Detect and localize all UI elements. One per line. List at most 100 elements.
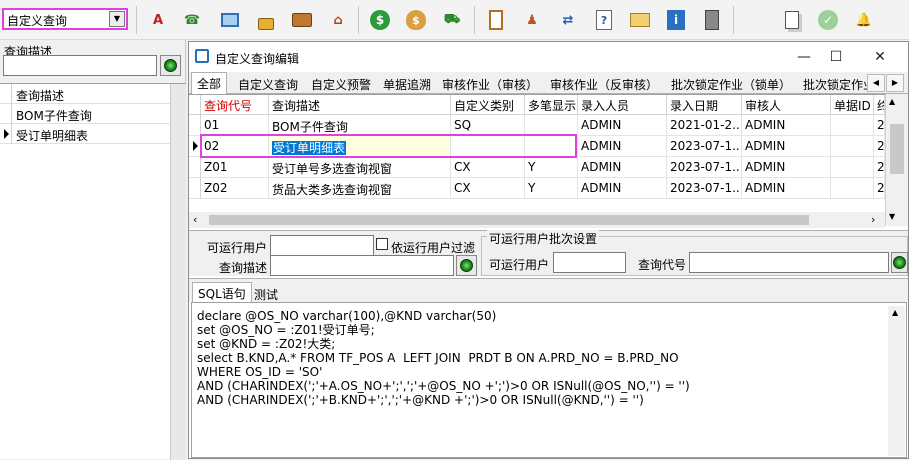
- users-icon[interactable]: ♟: [520, 8, 544, 32]
- maximize-button[interactable]: ☐: [821, 46, 851, 68]
- category-tabs: 全部 自定义查询 自定义预警 单据追溯 审核作业（审核） 审核作业（反审核） 批…: [189, 72, 908, 95]
- current-row-indicator: [4, 129, 9, 139]
- batch-user-input[interactable]: [553, 252, 626, 273]
- run-user-input[interactable]: [270, 235, 374, 256]
- tab-right-icon[interactable]: ▶: [886, 74, 904, 92]
- exchange-icon[interactable]: ⇄: [556, 8, 580, 32]
- help-icon[interactable]: ?: [592, 8, 616, 32]
- spell-check-icon[interactable]: A: [146, 8, 170, 32]
- tab-test[interactable]: 测试: [249, 284, 283, 304]
- toolbar-separator: [136, 6, 137, 34]
- sql-line: select B.KND,A.* FROM TF_POS A LEFT JOIN…: [197, 351, 679, 365]
- column-header[interactable]: 单据ID: [831, 95, 874, 115]
- minimize-button[interactable]: —: [789, 46, 819, 68]
- scroll-up-icon[interactable]: ▲: [889, 97, 895, 106]
- copy-icon[interactable]: [780, 8, 804, 32]
- table-row[interactable]: Z01 受订单号多选查询视窗 CX Y ADMIN 2023-07-1... A…: [189, 157, 885, 178]
- clipboard-icon[interactable]: [484, 8, 508, 32]
- tab-trace[interactable]: 单据追溯: [378, 74, 436, 94]
- query-desc-label: 查询描述: [219, 261, 268, 275]
- scroll-up-icon[interactable]: ▲: [892, 308, 898, 317]
- mail-icon[interactable]: [628, 8, 652, 32]
- column-header[interactable]: 多笔显示: [525, 95, 578, 115]
- monitor-icon[interactable]: [218, 8, 242, 32]
- filter-by-user-checkbox[interactable]: [376, 238, 388, 250]
- list-item[interactable]: BOM子件查询: [0, 104, 170, 124]
- tab-sql[interactable]: SQL语句: [192, 282, 252, 303]
- sql-line: AND (CHARINDEX(';'+B.KND+';',';'+@KND +'…: [197, 393, 644, 407]
- scroll-left-icon[interactable]: ‹: [193, 213, 197, 226]
- column-header[interactable]: 审核人: [742, 95, 831, 115]
- tab-batch-lock[interactable]: 批次锁定作业（锁单）: [666, 74, 796, 94]
- toolbar-separator: [358, 6, 359, 34]
- tab-batch-lock-2[interactable]: 批次锁定作业: [798, 74, 868, 94]
- column-header[interactable]: 查询描述: [269, 95, 451, 115]
- scroll-down-icon[interactable]: ▼: [889, 212, 895, 221]
- bell-icon[interactable]: 🔔: [852, 8, 876, 32]
- table-row[interactable]: Z02 货品大类多选查询视窗 CX Y ADMIN 2023-07-1... A…: [189, 178, 885, 199]
- money-bag-icon[interactable]: $: [404, 8, 428, 32]
- hscroll-thumb[interactable]: [209, 215, 809, 225]
- briefcase-icon[interactable]: [290, 8, 314, 32]
- filter-panel: 可运行用户 依运行用户过滤 查询描述 可运行用户批次设置 可运行用户 查询代号: [189, 230, 908, 276]
- sql-tabs: SQL语句 测试: [189, 278, 908, 304]
- tab-audit[interactable]: 审核作业（审核）: [437, 74, 543, 94]
- tab-custom-query[interactable]: 自定义查询: [233, 74, 303, 94]
- column-header[interactable]: 终: [874, 95, 885, 115]
- table-row[interactable]: 01 BOM子件查询 SQ ADMIN 2021-01-2... ADMIN 2: [189, 115, 885, 136]
- tab-custom-alert[interactable]: 自定义预警: [306, 74, 376, 94]
- query-code-input[interactable]: [689, 252, 889, 273]
- grid-vertical-scrollbar[interactable]: ▲ ▼: [885, 94, 908, 226]
- run-user-label: 可运行用户: [207, 241, 268, 255]
- left-panel: 查询描述 查询描述 BOM子件查询 受订单明细表: [0, 40, 186, 460]
- column-header[interactable]: 查询代号: [201, 95, 269, 115]
- scroll-right-icon[interactable]: ›: [871, 213, 875, 226]
- filter-by-user-label: 依运行用户过滤: [391, 241, 476, 255]
- lock-icon[interactable]: [254, 8, 278, 32]
- query-type-combo[interactable]: 自定义查询 ▼: [2, 8, 128, 30]
- column-header[interactable]: 录入日期: [667, 95, 742, 115]
- query-code-search-button[interactable]: [891, 252, 908, 273]
- left-search-input[interactable]: [3, 55, 157, 76]
- cart-icon[interactable]: ⛟: [440, 8, 464, 32]
- close-button[interactable]: ✕: [865, 46, 895, 68]
- calculator-icon[interactable]: [700, 8, 724, 32]
- sql-line: set @OS_NO = :Z01!受订单号;: [197, 323, 375, 337]
- tab-all[interactable]: 全部: [191, 72, 228, 95]
- left-scrollbar[interactable]: [170, 84, 186, 460]
- go-icon: [893, 256, 906, 269]
- left-list-header-label: 查询描述: [16, 89, 65, 103]
- left-search-button[interactable]: [160, 55, 181, 76]
- window-title: 自定义查询编辑: [215, 52, 300, 66]
- sql-editor[interactable]: declare @OS_NO varchar(100),@KND varchar…: [191, 302, 907, 458]
- query-desc-input[interactable]: [270, 255, 454, 276]
- column-header[interactable]: 录入人员: [578, 95, 667, 115]
- go-icon: [164, 59, 177, 72]
- sql-line: declare @OS_NO varchar(100),@KND varchar…: [197, 309, 497, 323]
- toolbar: 自定义查询 ▼ A ☎ ⌂ $ $ ⛟ ♟ ⇄ ? i ✓ 🔔: [0, 0, 909, 40]
- dollar-icon[interactable]: $: [368, 8, 392, 32]
- list-item[interactable]: 受订单明细表: [0, 124, 170, 144]
- current-row-indicator: [193, 141, 198, 151]
- phone-icon[interactable]: ☎: [180, 8, 204, 32]
- left-query-list: 查询描述 BOM子件查询 受订单明细表: [0, 83, 186, 460]
- tab-scroll: ◀ ▶: [867, 74, 905, 92]
- window-icon: [195, 49, 209, 63]
- combo-value: 自定义查询: [7, 14, 68, 28]
- go-icon: [460, 259, 473, 272]
- toolbar-separator: [474, 6, 475, 34]
- tab-left-icon[interactable]: ◀: [867, 74, 885, 92]
- column-header[interactable]: 自定义类别: [451, 95, 525, 115]
- check-icon[interactable]: ✓: [816, 8, 840, 32]
- grid-horizontal-scrollbar[interactable]: ‹ ›: [189, 212, 885, 228]
- selection-highlight: [200, 134, 577, 158]
- home-icon[interactable]: ⌂: [326, 8, 350, 32]
- query-desc-search-button[interactable]: [456, 255, 477, 276]
- title-bar: 自定义查询编辑 — ☐ ✕: [189, 42, 908, 72]
- info-icon[interactable]: i: [664, 8, 688, 32]
- sql-line: AND (CHARINDEX(';'+A.OS_NO+';',';'+@OS_N…: [197, 379, 690, 393]
- chevron-down-icon[interactable]: ▼: [109, 11, 125, 27]
- tab-unaudit[interactable]: 审核作业（反审核）: [545, 74, 663, 94]
- sql-scrollbar[interactable]: ▲: [888, 306, 905, 456]
- scroll-thumb[interactable]: [890, 124, 904, 174]
